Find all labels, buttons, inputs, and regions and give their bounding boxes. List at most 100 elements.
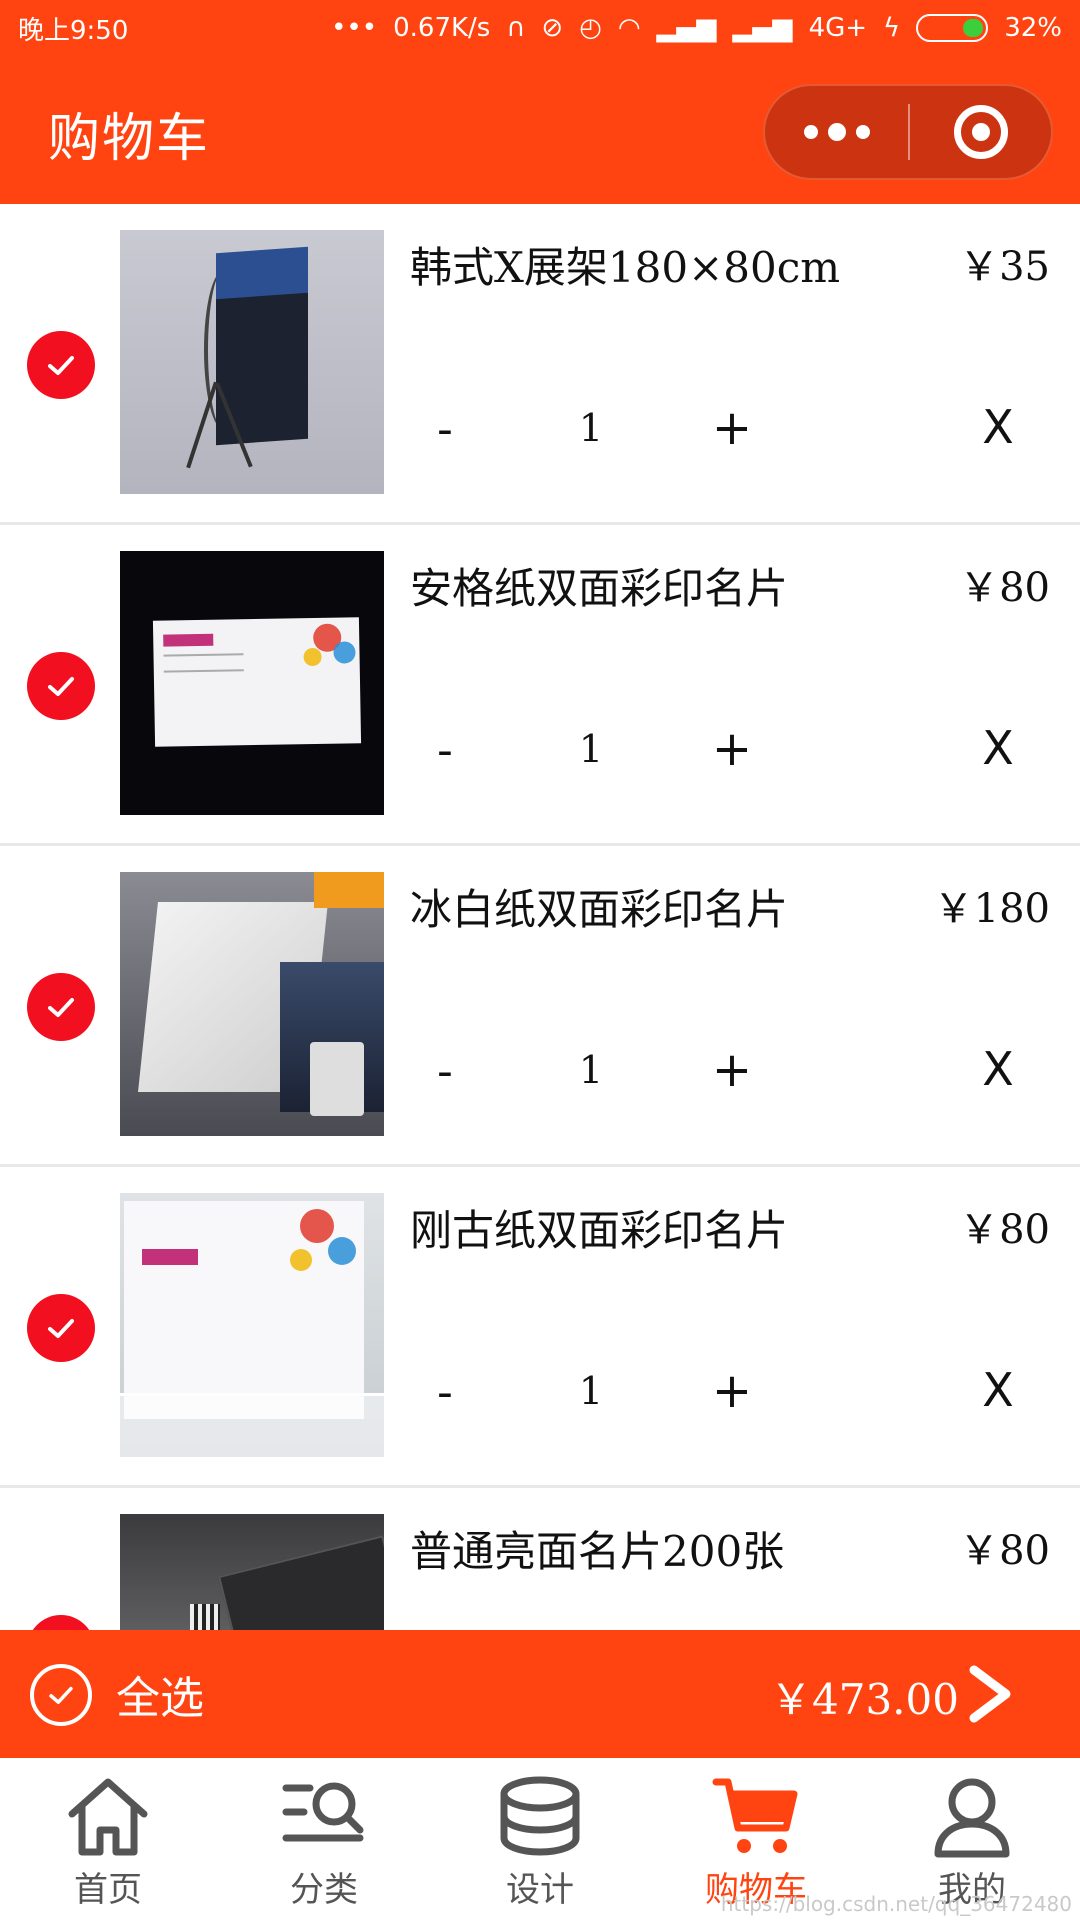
item-checkbox[interactable] [27, 1615, 95, 1630]
card-shape [124, 1201, 364, 1419]
product-price: ￥80 [959, 1207, 1050, 1253]
qr-code [190, 1604, 220, 1630]
watermark: https://blog.csdn.net/qq_36472480 [720, 1892, 1072, 1916]
checkmark-icon [48, 998, 74, 1017]
remove-button[interactable]: X [976, 1363, 1020, 1417]
decrease-button[interactable]: - [428, 725, 462, 776]
more-dots-icon: ••• [331, 13, 378, 43]
quantity-value: 1 [578, 727, 604, 771]
signal-icon: ▂▄▆ [732, 13, 793, 43]
corner-tag [314, 872, 384, 908]
dot [827, 123, 846, 141]
mini-program-capsule [763, 84, 1053, 180]
status-time: 晚上9:50 [18, 15, 129, 46]
increase-button[interactable]: + [710, 1042, 754, 1098]
status-bar: 晚上9:50 ••• 0.67K/s ∩ ⊘ ◴ ◠ ▂▄▆ ▂▄▆ 4G+ ϟ… [0, 0, 1080, 56]
checkout-bar: 全选 ￥473.00 [0, 1630, 1080, 1758]
quantity-value: 1 [578, 406, 604, 450]
dot [803, 125, 818, 139]
decrease-button[interactable]: - [428, 1046, 462, 1097]
increase-button[interactable]: + [710, 721, 754, 777]
chevron-right-icon[interactable] [958, 1662, 1022, 1726]
product-name[interactable]: 普通亮面名片200张 [410, 1518, 784, 1579]
quantity-value: 1 [578, 1048, 604, 1092]
product-thumbnail[interactable] [120, 1514, 384, 1630]
checkmark-icon [49, 1686, 73, 1704]
target-dot [971, 123, 990, 141]
total-price: ￥473.00 [770, 1675, 959, 1724]
card-brand-bar [163, 633, 214, 647]
battery-percent: 32% [1004, 13, 1062, 43]
title-bar: 购物车 [0, 56, 1080, 204]
tab-design[interactable]: 设计 [432, 1758, 648, 1920]
alarm-icon: ◴ [579, 13, 602, 43]
select-all-label[interactable]: 全选 [116, 1662, 204, 1726]
card-sample [310, 1042, 364, 1116]
item-checkbox[interactable] [27, 1294, 95, 1362]
signal-icon: ▂▄▆ [656, 13, 717, 43]
checkmark-icon [48, 356, 74, 375]
close-target-icon[interactable] [910, 105, 1051, 159]
design-stack-icon [500, 1776, 580, 1856]
product-name[interactable]: 韩式X展架180×80cm [410, 234, 840, 295]
item-checkbox[interactable] [27, 652, 95, 720]
cart-item: 冰白纸双面彩印名片 ￥180 - 1 + X [0, 846, 1080, 1167]
tab-bar: 首页 分类 设计 购物车 我的 https://blog.csdn.net/qq… [0, 1758, 1080, 1920]
product-price: ￥80 [959, 565, 1050, 611]
checkmark-icon [48, 1319, 74, 1338]
product-thumbnail[interactable] [120, 1193, 384, 1457]
more-icon[interactable] [765, 86, 908, 178]
headphone-icon: ∩ [506, 13, 526, 43]
network-type: 4G+ [808, 13, 868, 43]
product-name[interactable]: 安格纸双面彩印名片 [410, 555, 788, 616]
product-thumbnail[interactable] [120, 872, 384, 1136]
status-icons: ••• 0.67K/s ∩ ⊘ ◴ ◠ ▂▄▆ ▂▄▆ 4G+ ϟ 32% [331, 13, 1062, 43]
acrylic-stand [120, 1393, 384, 1457]
banner-top-shape [216, 246, 308, 300]
cart-item: 刚古纸双面彩印名片 ￥80 - 1 + X [0, 1167, 1080, 1488]
product-name[interactable]: 冰白纸双面彩印名片 [410, 876, 788, 937]
checkmark-icon [48, 677, 74, 696]
quantity-value: 1 [578, 1369, 604, 1413]
item-checkbox[interactable] [27, 973, 95, 1041]
product-thumbnail[interactable] [120, 230, 384, 494]
cart-item: 安格纸双面彩印名片 ￥80 - 1 + X [0, 525, 1080, 846]
item-checkbox[interactable] [27, 331, 95, 399]
decrease-button[interactable]: - [428, 1367, 462, 1418]
card-brand-bar [142, 1249, 198, 1265]
product-price: ￥180 [933, 886, 1050, 932]
color-dot [333, 641, 356, 664]
decrease-button[interactable]: - [428, 404, 462, 455]
remove-button[interactable]: X [976, 400, 1020, 454]
color-dot [303, 647, 322, 667]
cart-item: 韩式X展架180×80cm ￥35 - 1 + X [0, 204, 1080, 525]
category-search-icon [282, 1782, 364, 1842]
mute-icon: ⊘ [541, 13, 564, 43]
cart-item: 普通亮面名片200张 ￥80 - 1 + X [0, 1488, 1080, 1630]
color-dot [328, 1237, 356, 1265]
target-ring [953, 105, 1008, 159]
cart-list[interactable]: 韩式X展架180×80cm ￥35 - 1 + X 安格纸双面彩印名片 ￥80 … [0, 204, 1080, 1630]
remove-button[interactable]: X [976, 1042, 1020, 1096]
color-dot [290, 1249, 312, 1271]
remove-button[interactable]: X [976, 721, 1020, 775]
network-speed: 0.67K/s [393, 13, 491, 43]
dot [855, 125, 870, 139]
card-shape [152, 617, 362, 747]
product-name[interactable]: 刚古纸双面彩印名片 [410, 1197, 788, 1258]
product-thumbnail[interactable] [120, 551, 384, 815]
tab-label: 分类 [290, 1870, 358, 1910]
product-price: ￥35 [959, 244, 1050, 290]
card-lines [163, 653, 244, 673]
battery-icon [916, 14, 989, 42]
stand-leg [186, 381, 218, 469]
tab-home[interactable]: 首页 [0, 1758, 216, 1920]
select-all-checkbox[interactable] [30, 1664, 92, 1726]
increase-button[interactable]: + [710, 400, 754, 456]
increase-button[interactable]: + [710, 1363, 754, 1419]
color-dot [300, 1209, 334, 1243]
product-price: ￥80 [959, 1528, 1050, 1574]
tab-label: 首页 [74, 1870, 142, 1910]
page-title: 购物车 [48, 109, 211, 169]
tab-category[interactable]: 分类 [216, 1758, 432, 1920]
